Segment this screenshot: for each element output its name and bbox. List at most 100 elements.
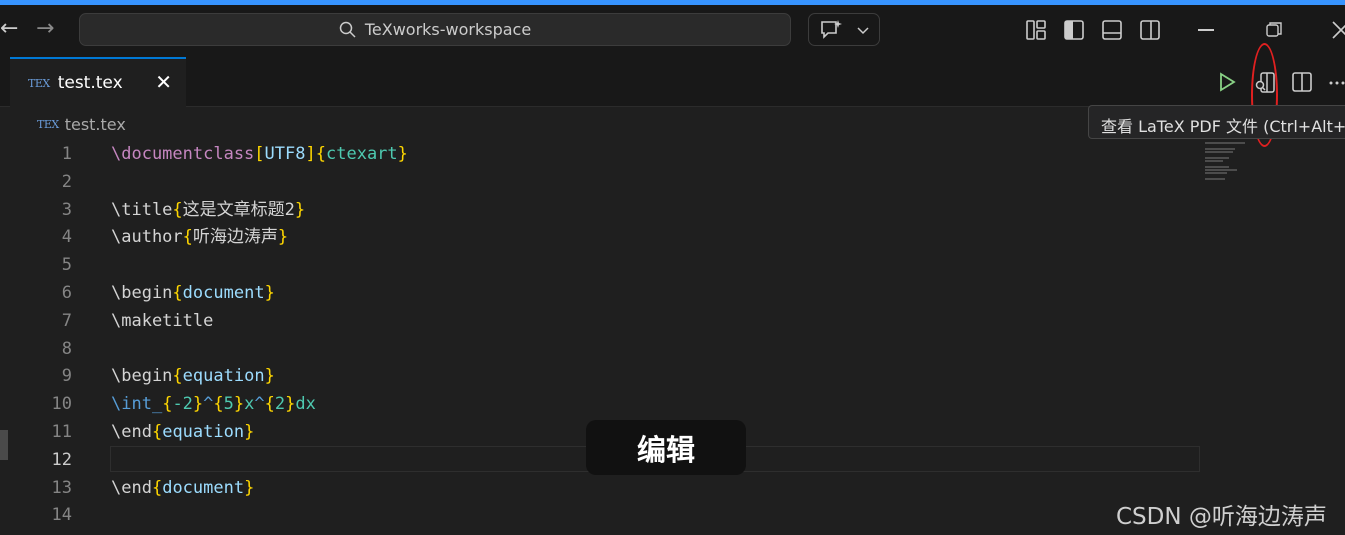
- line-number: 6: [61, 283, 72, 303]
- code-token: }: [233, 394, 245, 415]
- line-number: 10: [51, 394, 72, 415]
- minimap[interactable]: [1205, 140, 1265, 200]
- tab-label: test.tex: [57, 73, 123, 93]
- code-token: 2: [274, 394, 286, 415]
- code-token: \author: [111, 227, 183, 248]
- code-text[interactable]: \int_{-2}^{5}x^{2}dx: [111, 390, 316, 418]
- code-token: \end: [111, 422, 152, 442]
- code-text[interactable]: \begin{equation}: [111, 362, 275, 390]
- line-number: 12: [51, 449, 72, 470]
- code-line[interactable]: 8: [0, 335, 1200, 363]
- line-number: 7: [61, 310, 72, 331]
- code-line[interactable]: 6 \begin{document}: [0, 279, 1200, 307]
- code-line[interactable]: 2: [0, 168, 1200, 196]
- code-token: equation: [182, 366, 265, 387]
- code-token: 5: [223, 394, 234, 415]
- chevron-down-icon[interactable]: [857, 25, 869, 35]
- code-line[interactable]: 3 \title{这是文章标题2}: [0, 196, 1200, 224]
- split-editor-icon[interactable]: [1291, 71, 1313, 93]
- accent-line: [0, 0, 1345, 5]
- line-number: 14: [51, 505, 72, 526]
- code-token: }: [244, 422, 255, 442]
- code-token: \int_: [111, 394, 163, 415]
- breadcrumb[interactable]: TEX test.tex: [37, 115, 126, 134]
- code-token: ]: [305, 144, 316, 164]
- minimize-icon[interactable]: [1198, 29, 1214, 31]
- code-token: {: [172, 199, 183, 220]
- copilot-chat-button[interactable]: [808, 13, 880, 46]
- code-text[interactable]: \begin{document}: [111, 279, 275, 307]
- more-actions-icon[interactable]: [1328, 71, 1345, 93]
- editor-tab-bar: TEX test.tex ✕: [0, 57, 1345, 107]
- code-token: \title: [111, 199, 173, 220]
- code-line[interactable]: 4 \author{听海边涛声}: [0, 223, 1200, 251]
- code-token: \begin: [111, 283, 173, 303]
- line-number: 5: [61, 255, 72, 276]
- close-icon[interactable]: [1330, 19, 1345, 41]
- code-line[interactable]: 10 \int_{-2}^{5}x^{2}dx: [0, 390, 1200, 418]
- vscode-window: ← → TeXworks-workspace TEX test.tex ✕ TE…: [0, 0, 1345, 535]
- scroll-indicator[interactable]: [0, 430, 8, 460]
- tab-test-tex[interactable]: TEX test.tex ✕: [10, 57, 186, 107]
- code-token: dx: [295, 394, 316, 415]
- code-line[interactable]: 5: [0, 251, 1200, 279]
- watermark: CSDN @听海边涛声: [1116, 504, 1327, 530]
- code-line[interactable]: 9 \begin{equation}: [0, 362, 1200, 390]
- code-token: \documentclass: [111, 144, 255, 164]
- code-text[interactable]: \author{听海边涛声}: [111, 223, 288, 251]
- arrow-left-icon[interactable]: ←: [0, 18, 18, 40]
- code-token: {: [213, 394, 224, 415]
- code-token: document: [182, 283, 265, 303]
- run-icon[interactable]: [1216, 71, 1238, 93]
- code-token: {: [172, 283, 183, 303]
- toggle-primary-sidebar-icon[interactable]: [1063, 19, 1085, 41]
- code-token: [: [254, 144, 265, 164]
- tex-file-icon: TEX: [37, 118, 59, 131]
- code-line[interactable]: 7 \maketitle: [0, 307, 1200, 335]
- command-center-search[interactable]: TeXworks-workspace: [79, 13, 791, 46]
- code-text[interactable]: \end{document}: [111, 474, 254, 502]
- tooltip: 查看 LaTeX PDF 文件 (Ctrl+Alt+V: [1088, 105, 1345, 139]
- code-token: -2: [172, 394, 193, 415]
- code-text[interactable]: \end{equation}: [111, 418, 254, 446]
- code-token: ^: [254, 394, 265, 415]
- code-token: }: [277, 227, 289, 248]
- code-token: UTF8: [264, 144, 306, 164]
- line-number: 4: [61, 227, 72, 248]
- code-editor[interactable]: 1 \documentclass[UTF8]{ctexart} 2 3 \title{这…: [0, 140, 1200, 535]
- code-token: {: [182, 227, 193, 248]
- toggle-panel-icon[interactable]: [1101, 19, 1123, 41]
- tab-close-icon[interactable]: ✕: [155, 72, 172, 92]
- code-token: }: [397, 144, 408, 164]
- breadcrumb-file[interactable]: test.tex: [65, 115, 126, 134]
- code-line[interactable]: 14: [0, 501, 1200, 529]
- tex-file-icon: TEX: [28, 76, 50, 90]
- toast-label: 编辑: [586, 420, 746, 475]
- code-token: \begin: [111, 366, 173, 387]
- search-text: TeXworks-workspace: [364, 20, 532, 39]
- code-text[interactable]: \documentclass[UTF8]{ctexart}: [111, 140, 408, 168]
- code-token: }: [294, 199, 306, 220]
- code-text[interactable]: \maketitle: [111, 307, 213, 335]
- restore-icon[interactable]: [1263, 19, 1285, 41]
- title-bar: ← → TeXworks-workspace: [0, 0, 1345, 57]
- code-line[interactable]: 13 \end{document}: [0, 474, 1200, 502]
- code-token: \end: [111, 477, 152, 498]
- arrow-right-icon[interactable]: →: [36, 18, 54, 40]
- code-token: }: [244, 477, 255, 498]
- line-number: 3: [61, 199, 72, 220]
- customize-layout-icon[interactable]: [1025, 19, 1047, 41]
- code-token: 听海边涛声: [192, 227, 278, 248]
- code-token: {: [162, 394, 173, 415]
- search-icon: [339, 21, 356, 38]
- code-token: {: [172, 366, 183, 387]
- code-token: {: [151, 422, 163, 442]
- code-line[interactable]: 1 \documentclass[UTF8]{ctexart}: [0, 140, 1200, 168]
- line-number: 9: [61, 366, 72, 387]
- code-token: {: [151, 477, 163, 498]
- code-text[interactable]: \title{这是文章标题2}: [111, 196, 305, 224]
- code-token: document: [162, 477, 245, 498]
- code-token: \maketitle: [111, 310, 214, 331]
- code-token: {: [264, 394, 275, 415]
- toggle-secondary-sidebar-icon[interactable]: [1139, 19, 1161, 41]
